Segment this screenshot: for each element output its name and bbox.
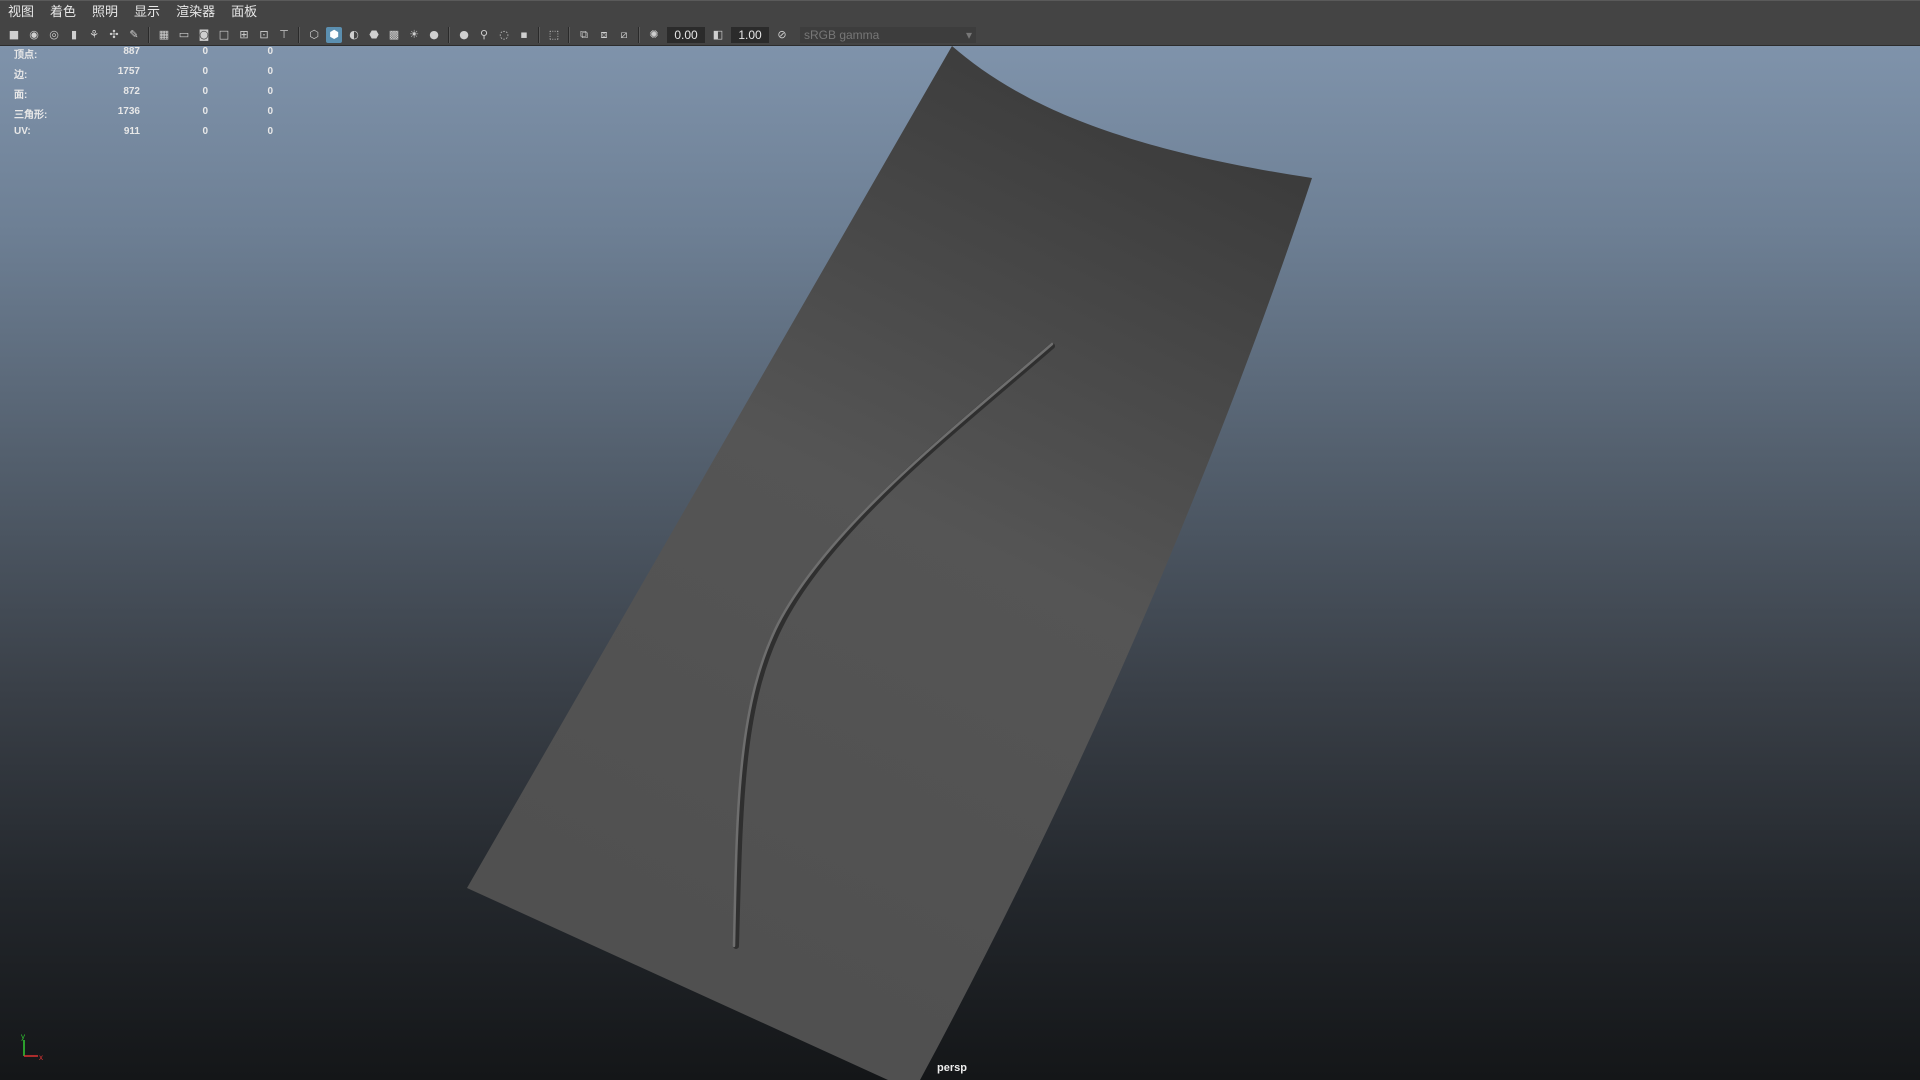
menu-view[interactable]: 视图: [0, 2, 42, 24]
color-space-dropdown[interactable]: sRGB gamma ▾: [800, 26, 976, 43]
hud-value: 911: [123, 126, 140, 137]
bookmark-icon[interactable]: ▮: [66, 27, 82, 43]
hud-label: 顶点:: [14, 50, 38, 61]
xray-icon[interactable]: ⧉: [576, 27, 592, 43]
menu-bar: 视图 着色 照明 显示 渲染器 面板: [0, 0, 1920, 24]
scene-geometry: [467, 46, 1312, 1080]
view-transform-icon[interactable]: ⊘: [774, 27, 790, 43]
hud-value: 0: [267, 46, 273, 57]
two-d-pan-zoom-icon[interactable]: ✣: [106, 27, 122, 43]
hud-label: 面:: [14, 90, 28, 101]
hud-value: 0: [267, 66, 273, 77]
gamma-field[interactable]: 1.00: [731, 26, 769, 43]
hud-row-faces: 面: 872 0 0: [14, 82, 274, 102]
isolate-select-icon[interactable]: ⬚: [546, 27, 562, 43]
hud-value: 1757: [117, 66, 140, 77]
perspective-viewport[interactable]: 顶点: 887 0 0 边: 1757 0 0 面: 872 0 0 三角形: …: [0, 46, 1920, 1080]
menu-renderer[interactable]: 渲染器: [168, 2, 223, 24]
exposure-field[interactable]: 0.00: [667, 26, 705, 43]
hud-value: 0: [202, 106, 208, 117]
wireframe-icon[interactable]: ⬡: [306, 27, 322, 43]
camera-icon[interactable]: ■: [6, 27, 22, 43]
menu-shading[interactable]: 着色: [42, 2, 84, 24]
hud-value: 1736: [117, 106, 140, 117]
hud-value: 0: [202, 86, 208, 97]
gate-mask-icon[interactable]: □: [216, 27, 232, 43]
axis-y-label: y: [21, 1032, 25, 1041]
smooth-shade-icon[interactable]: ⬢: [326, 26, 342, 43]
grease-pencil-icon[interactable]: ✎: [126, 27, 142, 43]
toolbar-separator: [148, 26, 150, 43]
axis-gizmo-icon: y x: [21, 1032, 43, 1062]
backface-culling-icon[interactable]: ⧄: [616, 27, 632, 43]
hud-value: 887: [123, 46, 140, 57]
hud-label: UV:: [14, 126, 31, 137]
menu-panels[interactable]: 面板: [223, 2, 265, 24]
hud-value: 0: [202, 126, 208, 137]
hud-value: 0: [267, 106, 273, 117]
hud-value: 0: [202, 66, 208, 77]
camera-bookmark-icon[interactable]: ◎: [46, 27, 62, 43]
hud-value: 0: [202, 46, 208, 57]
depth-of-field-icon[interactable]: ◌: [496, 27, 512, 43]
textured-icon[interactable]: ⬣: [366, 27, 382, 43]
gamma-icon[interactable]: ◧: [710, 27, 726, 43]
hud-row-vertices: 顶点: 887 0 0: [14, 46, 274, 62]
exposure-icon[interactable]: ✺: [646, 27, 662, 43]
hud-row-uvs: UV: 911 0 0: [14, 122, 274, 142]
axis-x-label: x: [39, 1053, 43, 1062]
hud-row-edges: 边: 1757 0 0: [14, 62, 274, 82]
screen-ambient-occlusion-icon[interactable]: ●: [426, 27, 442, 43]
menu-lighting[interactable]: 照明: [84, 2, 126, 24]
field-chart-icon[interactable]: ⊞: [236, 27, 252, 43]
use-lights-icon[interactable]: ▩: [386, 27, 402, 43]
hud-value: 872: [123, 86, 140, 97]
hud-icon[interactable]: ▪: [516, 27, 532, 43]
hud-row-triangles: 三角形: 1736 0 0: [14, 102, 274, 122]
chevron-down-icon: ▾: [965, 27, 972, 42]
hud-value: 0: [267, 126, 273, 137]
toolbar-separator: [298, 26, 300, 43]
hud-label: 边:: [14, 70, 28, 81]
safe-title-icon[interactable]: ⊤: [276, 27, 292, 43]
toolbar-separator: [568, 26, 570, 43]
anti-aliasing-icon[interactable]: ⚲: [476, 27, 492, 43]
wireframe-on-shaded-icon[interactable]: ◐: [346, 27, 362, 43]
plane-mesh: [467, 46, 1312, 1080]
image-plane-icon[interactable]: ⚘: [86, 27, 102, 43]
viewport-toolbar: ■ ◉ ◎ ▮ ⚘ ✣ ✎ ▦ ▭ ◙ □ ⊞ ⊡ ⊤ ⬡ ⬢ ◐ ⬣ ▩ ☀ …: [0, 24, 1920, 46]
grid-icon[interactable]: ▦: [156, 27, 172, 43]
motion-blur-icon[interactable]: ●: [456, 27, 472, 43]
shadows-icon[interactable]: ☀: [406, 27, 422, 43]
color-space-value: sRGB gamma: [804, 27, 880, 42]
hud-value: 0: [267, 86, 273, 97]
camera-attributes-icon[interactable]: ◉: [26, 27, 42, 43]
hud-label: 三角形:: [14, 110, 48, 121]
menu-show[interactable]: 显示: [126, 2, 168, 24]
toolbar-separator: [448, 26, 450, 43]
toolbar-separator: [638, 26, 640, 43]
film-gate-icon[interactable]: ▭: [176, 27, 192, 43]
xray-joints-icon[interactable]: ⧈: [596, 27, 612, 43]
toolbar-separator: [538, 26, 540, 43]
camera-name-label: persp: [937, 1062, 967, 1074]
poly-count-hud: 顶点: 887 0 0 边: 1757 0 0 面: 872 0 0 三角形: …: [14, 46, 274, 142]
resolution-gate-icon[interactable]: ◙: [196, 27, 212, 43]
safe-action-icon[interactable]: ⊡: [256, 27, 272, 43]
